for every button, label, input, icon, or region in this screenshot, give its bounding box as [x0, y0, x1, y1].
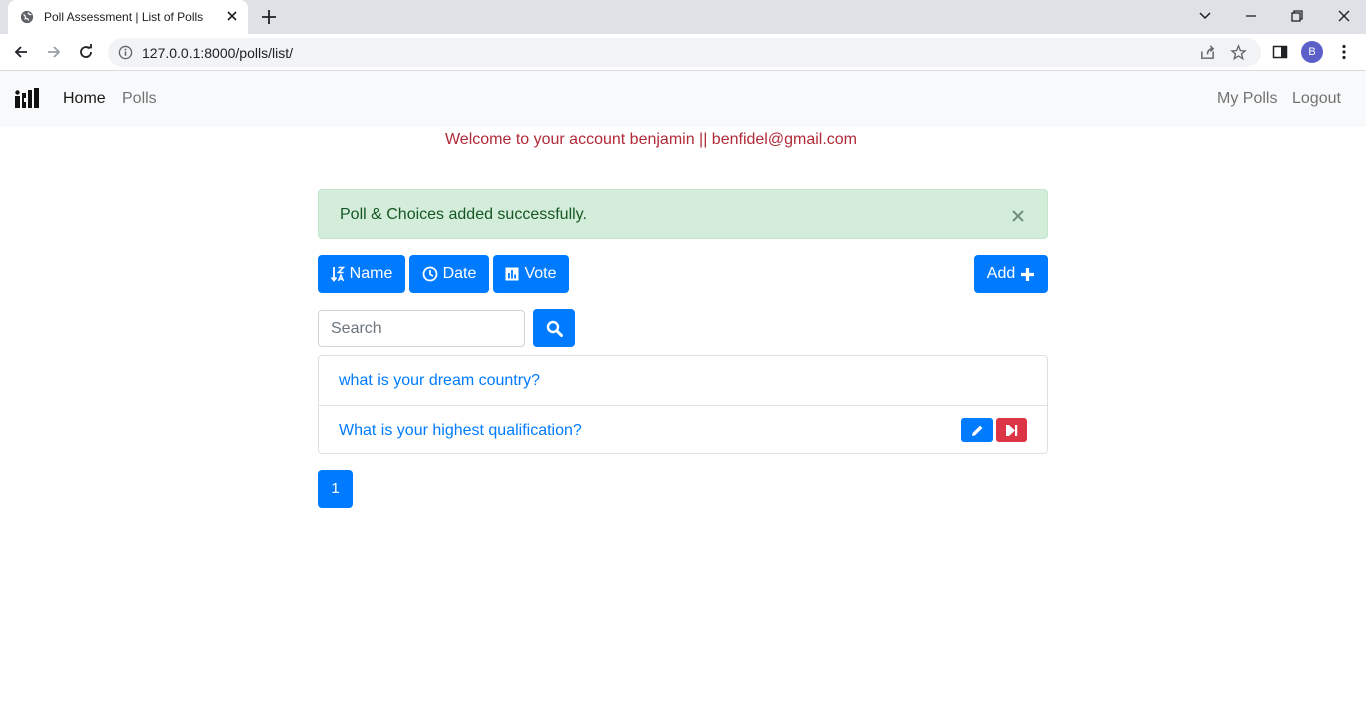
profile-avatar[interactable]: B — [1301, 41, 1323, 63]
minimize-icon[interactable] — [1243, 8, 1259, 24]
globe-icon — [20, 10, 34, 24]
end-poll-button[interactable] — [996, 418, 1027, 442]
search-input[interactable] — [318, 310, 525, 347]
tab-title: Poll Assessment | List of Polls — [44, 10, 204, 24]
more-menu-icon[interactable] — [1335, 43, 1353, 61]
sort-vote-label: Vote — [524, 265, 557, 282]
browser-tab[interactable]: Poll Assessment | List of Polls — [8, 0, 248, 34]
logo-icon[interactable] — [14, 88, 40, 110]
site-navbar: Home Polls My Polls Logout — [0, 71, 1366, 127]
nav-logout[interactable]: Logout — [1292, 90, 1341, 108]
plus-icon — [1021, 267, 1035, 281]
close-icon[interactable] — [1011, 209, 1025, 223]
sort-date-label: Date — [442, 265, 477, 282]
step-forward-icon — [1006, 424, 1018, 436]
poll-question-link[interactable]: What is your highest qualification? — [339, 422, 582, 440]
add-label: Add — [986, 265, 1016, 282]
alert-message: Poll & Choices added successfully. — [340, 206, 587, 223]
poll-list: what is your dream country? What is your… — [318, 355, 1048, 454]
sort-name-label: Name — [349, 265, 393, 282]
new-tab-icon[interactable] — [260, 8, 278, 26]
close-icon[interactable] — [225, 9, 239, 23]
address-bar[interactable]: 127.0.0.1:8000/polls/list/ — [108, 38, 1261, 67]
back-icon[interactable] — [12, 43, 30, 61]
clock-icon — [422, 266, 437, 282]
edit-poll-button[interactable] — [961, 418, 993, 442]
sort-alpha-icon — [330, 266, 345, 282]
window-close-icon[interactable] — [1336, 8, 1352, 24]
poll-question-link[interactable]: what is your dream country? — [339, 372, 540, 390]
nav-home[interactable]: Home — [63, 90, 106, 108]
pencil-icon — [971, 425, 982, 436]
pagination-page-1[interactable]: 1 — [318, 470, 353, 508]
sort-vote-button[interactable]: Vote — [493, 255, 569, 293]
list-item: What is your highest qualification? — [319, 405, 1047, 454]
search-button[interactable] — [533, 309, 575, 347]
search-icon — [546, 320, 563, 337]
chevron-down-icon[interactable] — [1197, 8, 1213, 24]
nav-my-polls[interactable]: My Polls — [1217, 90, 1277, 108]
add-poll-button[interactable]: Add — [974, 255, 1048, 293]
sort-name-button[interactable]: Name — [318, 255, 405, 293]
sort-date-button[interactable]: Date — [409, 255, 489, 293]
side-panel-icon[interactable] — [1271, 43, 1289, 61]
restore-icon[interactable] — [1289, 8, 1305, 24]
forward-icon[interactable] — [45, 43, 63, 61]
nav-polls[interactable]: Polls — [122, 90, 157, 108]
bar-chart-icon — [505, 267, 519, 281]
success-alert: Poll & Choices added successfully. — [318, 189, 1048, 239]
reload-icon[interactable] — [77, 43, 95, 61]
bookmark-star-icon[interactable] — [1230, 44, 1247, 61]
share-icon[interactable] — [1199, 44, 1216, 61]
welcome-message: Welcome to your account benjamin || benf… — [444, 131, 857, 148]
site-info-icon[interactable] — [118, 45, 133, 60]
list-item: what is your dream country? — [319, 356, 1047, 405]
browser-toolbar: 127.0.0.1:8000/polls/list/ B — [0, 34, 1366, 71]
browser-tabstrip: Poll Assessment | List of Polls — [0, 0, 1366, 34]
url-text[interactable]: 127.0.0.1:8000/polls/list/ — [142, 45, 293, 61]
